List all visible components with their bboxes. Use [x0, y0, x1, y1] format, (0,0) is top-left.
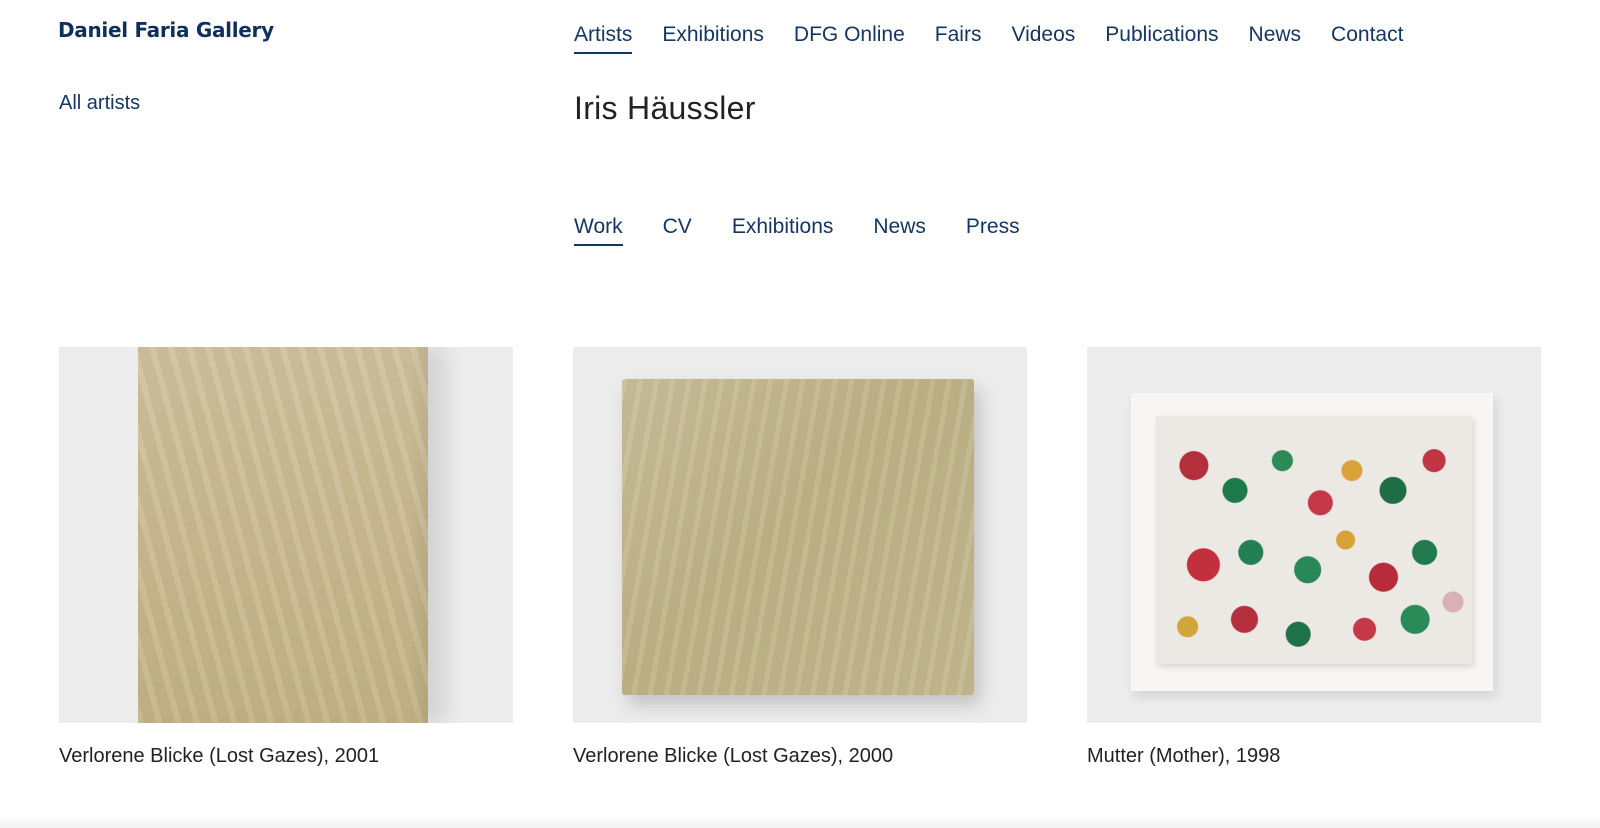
tab-work[interactable]: Work: [574, 214, 623, 246]
artist-sub-nav: Work CV Exhibitions News Press: [574, 214, 1020, 246]
artwork-wax-slab: [622, 379, 974, 695]
page-bottom-edge: [0, 814, 1600, 828]
artwork-floral-panel: [1156, 416, 1472, 664]
nav-fairs[interactable]: Fairs: [935, 22, 982, 54]
artwork-wax-slab: [138, 347, 428, 723]
nav-videos[interactable]: Videos: [1011, 22, 1075, 54]
nav-publications[interactable]: Publications: [1105, 22, 1218, 54]
tab-news[interactable]: News: [873, 214, 926, 246]
nav-contact[interactable]: Contact: [1331, 22, 1403, 54]
main-nav: Artists Exhibitions DFG Online Fairs Vid…: [574, 22, 1403, 54]
nav-artists[interactable]: Artists: [574, 22, 633, 54]
works-grid: Verlorene Blicke (Lost Gazes), 2001 Verl…: [59, 347, 1541, 768]
artwork-image[interactable]: [573, 347, 1027, 723]
nav-news[interactable]: News: [1249, 22, 1302, 54]
tab-press[interactable]: Press: [966, 214, 1020, 246]
work-card[interactable]: Verlorene Blicke (Lost Gazes), 2000: [573, 347, 1027, 768]
nav-exhibitions[interactable]: Exhibitions: [662, 22, 764, 54]
tab-exhibitions[interactable]: Exhibitions: [732, 214, 834, 246]
artwork-image[interactable]: [1087, 347, 1541, 723]
work-card[interactable]: Verlorene Blicke (Lost Gazes), 2001: [59, 347, 513, 768]
artwork-image[interactable]: [59, 347, 513, 723]
all-artists-link[interactable]: All artists: [59, 92, 140, 115]
work-caption[interactable]: Verlorene Blicke (Lost Gazes), 2000: [573, 745, 1027, 768]
work-caption[interactable]: Mutter (Mother), 1998: [1087, 745, 1541, 768]
tab-cv[interactable]: CV: [663, 214, 692, 246]
nav-dfg-online[interactable]: DFG Online: [794, 22, 905, 54]
work-caption[interactable]: Verlorene Blicke (Lost Gazes), 2001: [59, 745, 513, 768]
gallery-logo[interactable]: Daniel Faria Gallery: [58, 18, 274, 42]
work-card[interactable]: Mutter (Mother), 1998: [1087, 347, 1541, 768]
artist-name: Iris Häussler: [574, 90, 756, 126]
